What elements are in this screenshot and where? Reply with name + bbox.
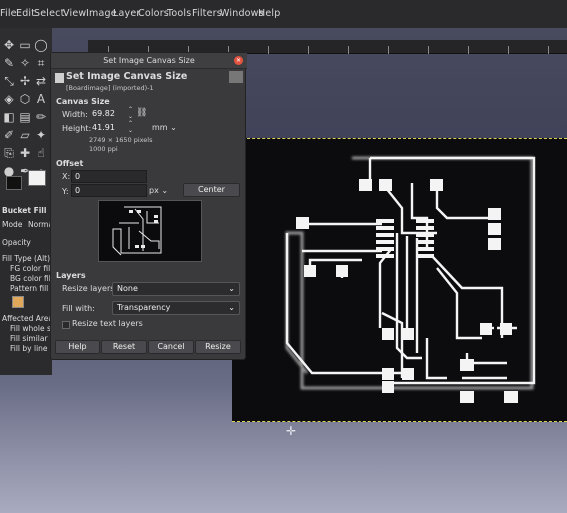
y-offset-input[interactable]: 0 [71, 184, 147, 197]
tool-options-title: Bucket Fill [2, 206, 47, 215]
unit-value: mm [152, 123, 168, 132]
pattern-fill-option[interactable]: Pattern fill [10, 284, 48, 293]
canvas-size-section: Canvas Size [56, 97, 110, 106]
menu-select[interactable]: Select [34, 8, 65, 19]
y-label: Y: [62, 187, 69, 196]
text-icon[interactable]: A [34, 92, 48, 106]
dialog-header-subtitle: [Boardimage] (imported)-1 [66, 84, 154, 92]
cage-icon[interactable]: ⬡ [18, 92, 32, 106]
gradient-icon[interactable]: ▤ [18, 110, 32, 124]
set-canvas-size-dialog: Set Image Canvas Size ✕ Set Image Canvas… [50, 52, 247, 360]
move-tool-icon[interactable]: ✥ [2, 38, 16, 52]
pattern-swatch[interactable] [12, 296, 24, 308]
chevron-down-icon: ⌄ [170, 123, 177, 132]
offset-unit-select[interactable]: px ⌄ [149, 186, 168, 195]
layers-section: Layers [56, 271, 86, 280]
canvas-size-icon [55, 73, 64, 83]
bucket-fill-icon[interactable]: ◧ [2, 110, 16, 124]
smudge-icon[interactable]: ☝ [34, 146, 48, 160]
fuzzy-select-icon[interactable]: ✧ [18, 56, 32, 70]
menubar: File Edit Select View Image Layer Colors… [0, 0, 567, 28]
menu-edit[interactable]: Edit [16, 8, 35, 19]
free-select-icon[interactable]: ✎ [2, 56, 16, 70]
resize-layers-select[interactable]: None ⌄ [112, 282, 240, 296]
width-input[interactable]: 69.82 [89, 108, 127, 121]
tool-options-panel: Bucket Fill Mode Normal Opacity Fill Typ… [0, 200, 70, 375]
menu-help[interactable]: Help [258, 8, 280, 19]
fg-color-fill-option[interactable]: FG color fill [10, 264, 52, 273]
canvas-selection-boundary [232, 138, 567, 422]
menu-tools[interactable]: Tools [167, 8, 191, 19]
chevron-down-icon: ⌄ [161, 186, 169, 195]
unit-select[interactable]: mm ⌄ [152, 123, 177, 132]
chain-link-icon[interactable]: ⛓ [136, 108, 147, 118]
transform-icon[interactable]: ⤡ [2, 74, 16, 89]
center-button[interactable]: Center [183, 183, 240, 197]
chevron-down-icon: ⌄ [228, 303, 235, 312]
eraser-icon[interactable]: ▱ [18, 128, 32, 142]
pixels-info: 2749 × 1650 pixels [89, 136, 153, 144]
resize-layers-label: Resize layers: [62, 284, 118, 293]
offset-preview[interactable] [98, 200, 202, 262]
clone-icon[interactable]: ⎘ [2, 146, 16, 161]
width-label: Width: [62, 110, 88, 119]
menu-colors[interactable]: Colors [138, 8, 169, 19]
menu-file[interactable]: File [0, 8, 17, 19]
fg-color-swatch[interactable] [6, 176, 22, 190]
ppi-info: 1000 ppi [89, 145, 118, 153]
height-input[interactable]: 41.91 [89, 122, 127, 135]
height-label: Height: [62, 124, 92, 133]
help-button[interactable]: Help [55, 340, 100, 354]
resize-text-layers-label[interactable]: Resize text layers [72, 319, 143, 328]
resize-layers-value: None [117, 284, 138, 293]
chevron-down-icon: ⌄ [228, 284, 235, 293]
offset-unit-value: px [149, 186, 159, 195]
cancel-button[interactable]: Cancel [148, 340, 194, 354]
crosshair-cursor-icon: ✛ [286, 424, 297, 438]
airbrush-icon[interactable]: ✦ [34, 128, 48, 142]
dialog-header-title: Set Image Canvas Size [66, 71, 188, 82]
menu-filters[interactable]: Filters [192, 8, 222, 19]
preview-traces [112, 206, 162, 256]
menu-view[interactable]: View [63, 8, 86, 19]
crop-icon[interactable]: ⌗ [34, 56, 48, 71]
x-offset-input[interactable]: 0 [71, 170, 147, 183]
fill-with-value: Transparency [117, 303, 171, 312]
bg-color-fill-option[interactable]: BG color fill [10, 274, 53, 283]
flip-icon[interactable]: ⇄ [34, 74, 48, 88]
fill-with-label: Fill with: [62, 304, 95, 313]
x-label: X: [62, 172, 71, 181]
menu-layer[interactable]: Layer [113, 8, 141, 19]
close-icon[interactable]: ✕ [234, 56, 243, 65]
opacity-label[interactable]: Opacity [2, 238, 31, 247]
rect-select-icon[interactable]: ▭ [18, 38, 32, 52]
offset-section: Offset [56, 159, 84, 168]
warp-icon[interactable]: ◈ [2, 92, 16, 106]
brush-icon[interactable]: ✐ [2, 128, 16, 142]
align-icon[interactable]: ✢ [18, 74, 32, 88]
fill-type-label: Fill Type (Alt) [2, 254, 51, 263]
resize-text-layers-checkbox[interactable] [62, 321, 70, 329]
ellipse-select-icon[interactable]: ◯ [34, 38, 48, 52]
heal-icon[interactable]: ✚ [18, 146, 32, 160]
width-spinner-icon[interactable]: ⌃ ⌄ [128, 106, 133, 120]
dialog-titlebar[interactable]: Set Image Canvas Size [51, 53, 247, 69]
pencil-icon[interactable]: ✏ [34, 110, 48, 124]
mode-label: Mode [2, 220, 23, 229]
image-thumbnail [229, 71, 243, 83]
reset-button[interactable]: Reset [101, 340, 147, 354]
height-spinner-icon[interactable]: ⌃ ⌄ [128, 120, 133, 134]
resize-button[interactable]: Resize [195, 340, 241, 354]
fill-with-select[interactable]: Transparency ⌄ [112, 301, 240, 315]
bg-color-swatch[interactable] [28, 170, 46, 186]
